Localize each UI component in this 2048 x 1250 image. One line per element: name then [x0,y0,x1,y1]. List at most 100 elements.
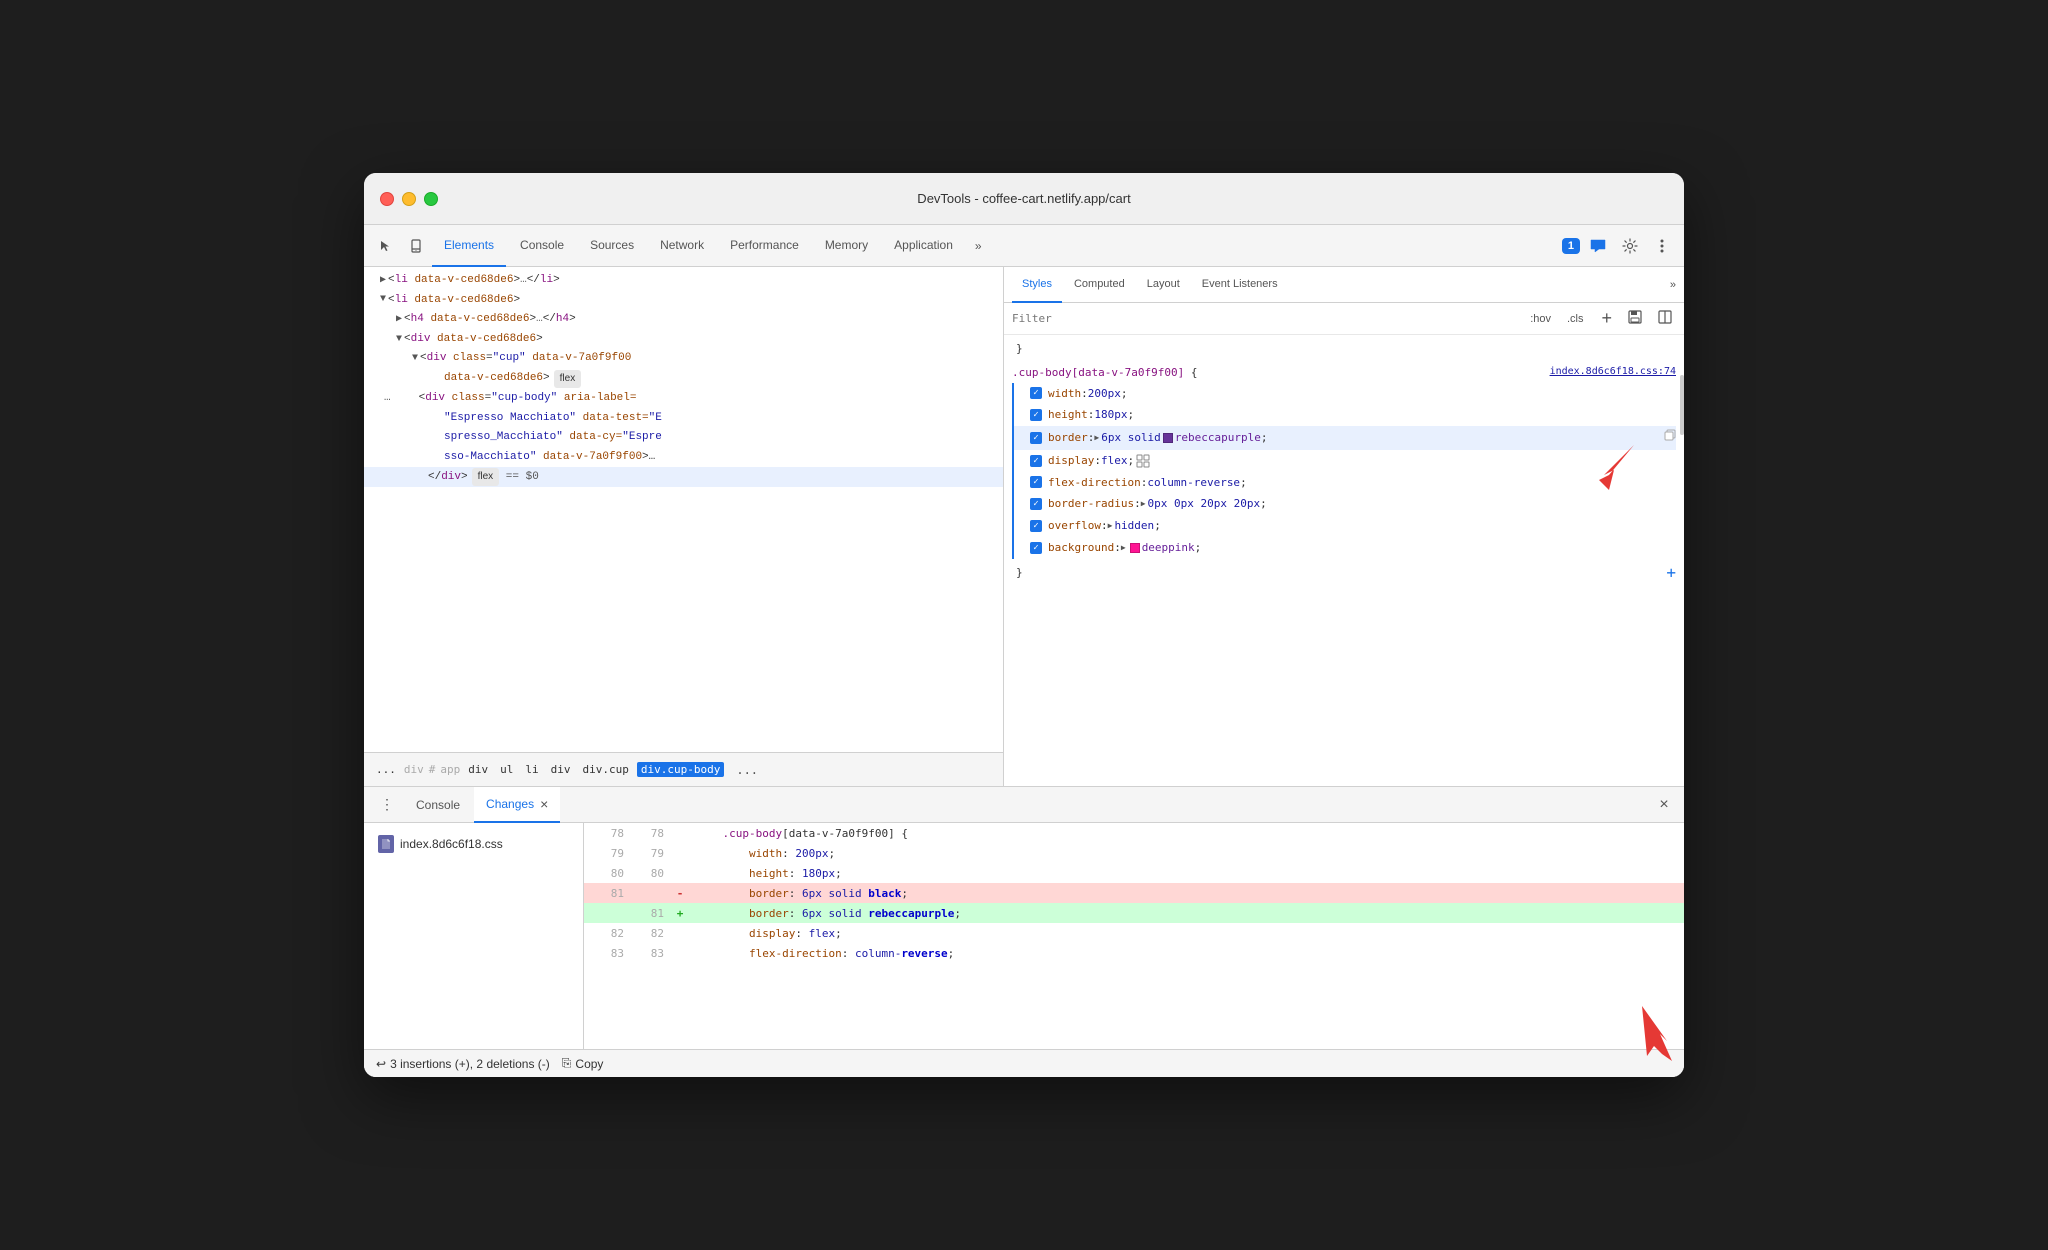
expand-triangle[interactable]: ▶ [380,273,386,289]
expand-triangle[interactable]: ▶ [1094,431,1099,445]
html-line[interactable]: … <div class="cup-body" aria-label= [364,389,1003,409]
expand-triangle[interactable]: ▼ [380,292,386,308]
html-line[interactable]: ▼ <div data-v-ced68de6 > [364,330,1003,350]
save-stylesheet-button[interactable] [1624,308,1646,329]
minimize-button[interactable] [402,192,416,206]
color-swatch[interactable] [1130,543,1140,553]
tab-layout[interactable]: Layout [1137,267,1190,303]
copy-button[interactable] [1664,427,1676,449]
more-styles-tabs[interactable]: » [1670,279,1676,291]
footer-actions: ↩ 3 insertions (+), 2 deletions (-) ⎘ Co… [376,1056,1672,1071]
hov-button[interactable]: :hov [1526,311,1555,327]
css-checkbox[interactable] [1030,520,1042,532]
expand-triangle[interactable]: ▶ [1121,541,1126,555]
breadcrumb-item[interactable]: div [464,762,492,777]
close-bottom-panel-button[interactable]: × [1652,793,1676,817]
copy-label: Copy [575,1057,603,1071]
tab-console-bottom[interactable]: Console [404,787,472,823]
tab-application[interactable]: Application [882,225,965,267]
html-line[interactable]: "Espresso Macchiato" data-test="E [364,409,1003,429]
file-item[interactable]: index.8d6c6f18.css [372,831,575,857]
ellipsis-button[interactable]: … [380,390,395,408]
expand-triangle[interactable]: ▶ [396,312,402,328]
html-line[interactable]: ▼ <li data-v-ced68de6 > [364,291,1003,311]
tab-memory[interactable]: Memory [813,225,880,267]
elements-tree[interactable]: ▶ <li data-v-ced68de6 > … </li> ▼ <li da… [364,267,1003,752]
css-property-row-overflow[interactable]: overflow : ▶ hidden ; [1012,515,1676,537]
breadcrumb-item[interactable]: div [547,762,575,777]
grid-layout-icon[interactable] [1136,454,1150,468]
tab-console[interactable]: Console [508,225,576,267]
more-breadcrumb[interactable]: ... [728,759,766,781]
css-property-row-background[interactable]: background : ▶ deeppink ; [1012,537,1676,559]
tab-performance[interactable]: Performance [718,225,811,267]
css-checkbox[interactable] [1030,387,1042,399]
undo-label: 3 insertions (+), 2 deletions (-) [390,1057,550,1071]
close-tab-icon[interactable]: × [540,796,548,812]
expand-panel-button[interactable] [1654,308,1676,329]
css-checkbox[interactable] [1030,432,1042,444]
settings-icon[interactable] [1616,232,1644,260]
css-property-row-height[interactable]: height : 180px ; [1012,404,1676,426]
styles-content[interactable]: } .cup-body[data-v-7a0f9f00] { index.8d6… [1004,335,1684,786]
css-property-row-width[interactable]: width : 200px ; [1012,383,1676,405]
mobile-icon[interactable] [402,232,430,260]
tab-event-listeners[interactable]: Event Listeners [1192,267,1288,303]
diff-line: 78 78 .cup-body[data-v-7a0f9f00] { [584,823,1684,843]
cls-button[interactable]: .cls [1563,311,1588,327]
html-line[interactable]: ▶ <li data-v-ced68de6 > … </li> [364,271,1003,291]
diff-line: 82 82 display: flex; [584,923,1684,943]
color-swatch[interactable] [1163,433,1173,443]
css-checkbox[interactable] [1030,542,1042,554]
bottom-panel: ⋮ Console Changes × × [364,787,1684,1077]
notification-badge: 1 [1562,238,1580,254]
expand-triangle[interactable]: ▶ [1141,497,1146,511]
expand-triangle[interactable]: ▼ [396,332,402,348]
cursor-icon[interactable] [372,232,400,260]
undo-icon: ↩ [376,1057,386,1071]
tab-changes[interactable]: Changes × [474,787,560,823]
filter-input[interactable] [1012,312,1518,325]
tab-sources[interactable]: Sources [578,225,646,267]
breadcrumb-item[interactable]: div.cup [579,762,633,777]
diff-footer: ↩ 3 insertions (+), 2 deletions (-) ⎘ Co… [364,1049,1684,1077]
breadcrumb-item[interactable]: li [521,762,542,777]
html-line[interactable]: </div> flex == $0 [364,467,1003,487]
breadcrumb-item-active[interactable]: div.cup-body [637,762,724,777]
tab-network[interactable]: Network [648,225,716,267]
scrollbar[interactable] [1680,375,1684,435]
maximize-button[interactable] [424,192,438,206]
more-tabs-button[interactable]: » [967,235,990,257]
chat-icon[interactable] [1584,232,1612,260]
html-line[interactable]: spresso_Macchiato" data-cy="Espre [364,428,1003,448]
add-property-button[interactable]: + [1666,559,1676,588]
breadcrumb-item[interactable]: ul [496,762,517,777]
more-panel-options[interactable]: ⋮ [372,796,402,813]
css-source-link[interactable]: index.8d6c6f18.css:74 [1550,363,1676,381]
copy-changes-button[interactable]: ⎘ Copy [562,1056,604,1071]
css-checkbox[interactable] [1030,455,1042,467]
html-line[interactable]: ▶ <h4 data-v-ced68de6 > … </h4> [364,310,1003,330]
more-options-icon[interactable] [1648,232,1676,260]
close-button[interactable] [380,192,394,206]
diff-line: 83 83 flex-direction: column-reverse; [584,943,1684,963]
css-property-row-border[interactable]: border : ▶ 6px solid rebeccapurple ; [1012,426,1676,450]
css-checkbox[interactable] [1030,409,1042,421]
css-property-row-flex-direction[interactable]: flex-direction : column-reverse ; [1012,472,1676,494]
tab-elements[interactable]: Elements [432,225,506,267]
html-line[interactable]: ▼ <div class="cup" data-v-7a0f9f00 [364,349,1003,369]
html-line[interactable]: sso-Macchiato" data-v-7a0f9f00 >… [364,448,1003,468]
devtools-window: DevTools - coffee-cart.netlify.app/cart … [364,173,1684,1077]
tab-styles[interactable]: Styles [1012,267,1062,303]
add-style-button[interactable]: + [1597,308,1616,329]
breadcrumb-item[interactable]: ... [372,762,400,777]
css-checkbox[interactable] [1030,498,1042,510]
css-checkbox[interactable] [1030,476,1042,488]
expand-triangle[interactable]: ▶ [1108,519,1113,533]
html-line[interactable]: data-v-ced68de6 > flex [364,369,1003,389]
expand-triangle[interactable]: ▼ [412,351,418,367]
tab-computed[interactable]: Computed [1064,267,1135,303]
undo-button[interactable]: ↩ 3 insertions (+), 2 deletions (-) [376,1057,550,1071]
css-property-row-display[interactable]: display : flex ; [1012,450,1676,472]
css-property-row-border-radius[interactable]: border-radius : ▶ 0px 0px 20px 20px ; [1012,493,1676,515]
